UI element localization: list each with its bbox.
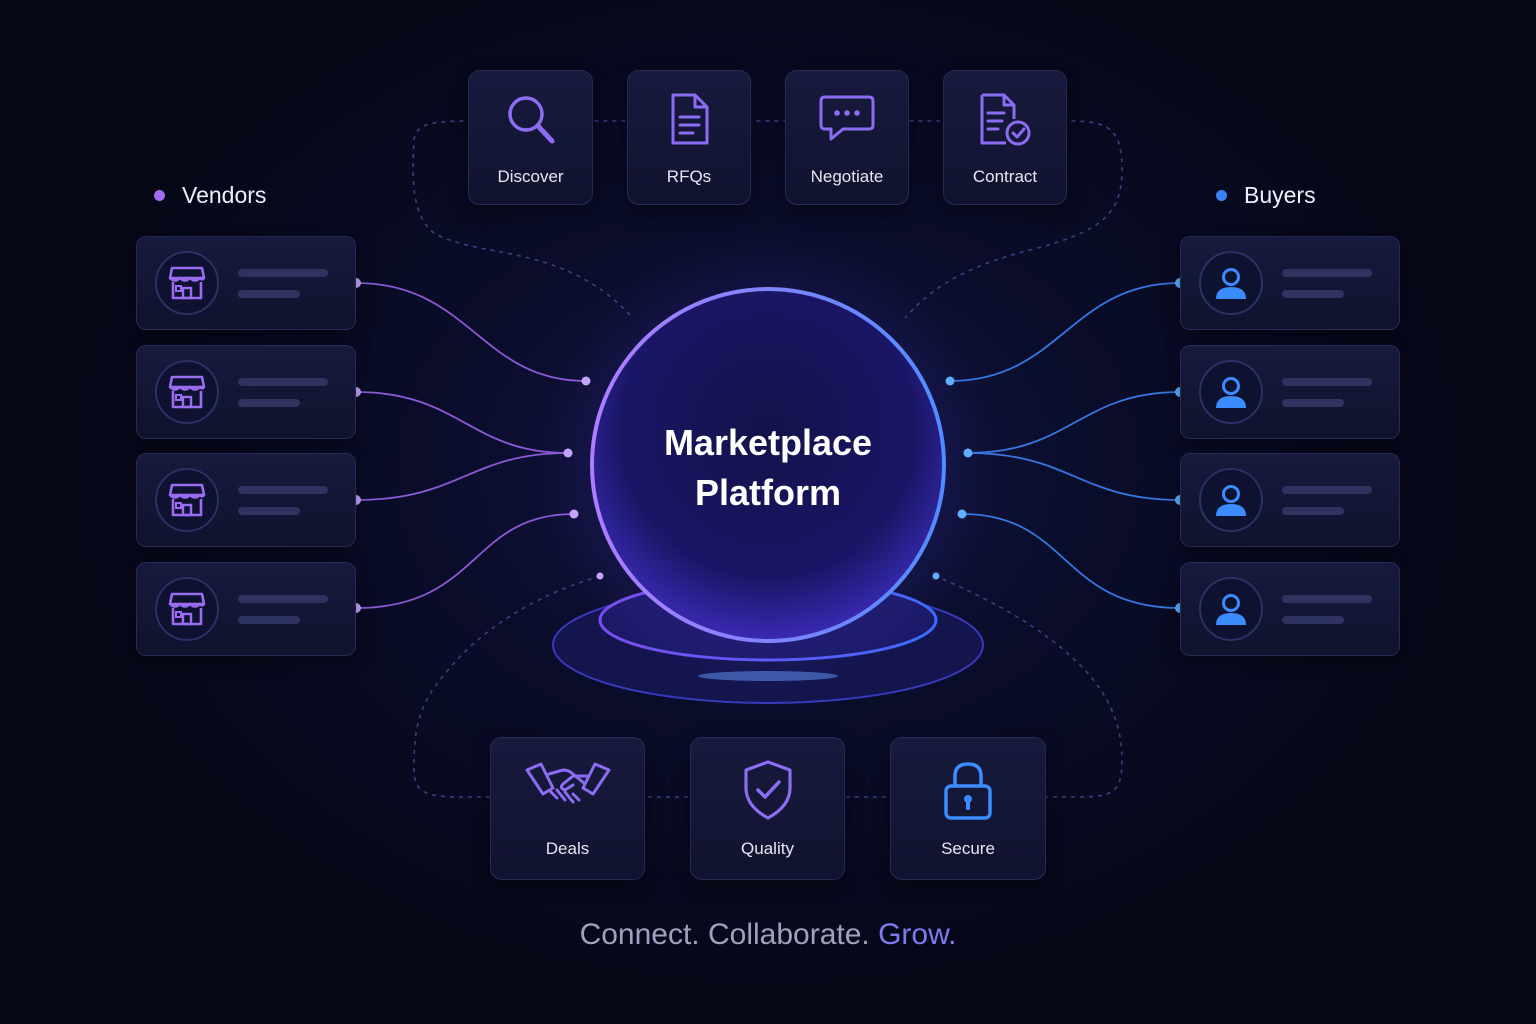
buyer-name-placeholder (1282, 378, 1372, 386)
buyer-detail-placeholder (1282, 507, 1344, 515)
document-icon (671, 93, 709, 145)
buyer-avatar (1199, 468, 1263, 532)
user-icon (1216, 594, 1246, 625)
padlock-icon (944, 762, 992, 820)
step-label: RFQs (666, 167, 712, 186)
buyer-card[interactable] (1180, 345, 1400, 439)
buyer-name-placeholder (1282, 595, 1372, 603)
step-quality[interactable]: Quality (690, 737, 845, 880)
step-discover[interactable]: Discover (468, 70, 593, 205)
buyer-card[interactable] (1180, 562, 1400, 656)
vendors-title: Vendors (182, 182, 267, 208)
contract-check-icon (980, 93, 1031, 146)
vendor-name-placeholder (238, 269, 328, 277)
step-secure[interactable]: Secure (890, 737, 1046, 880)
step-label: Contract (972, 167, 1038, 186)
buyers-header: Buyers (1216, 182, 1316, 209)
vendor-detail-placeholder (238, 616, 300, 624)
storefront-icon (168, 592, 206, 626)
vendor-avatar (155, 577, 219, 641)
hub-title-line2: Platform (694, 472, 842, 513)
buyer-avatar (1199, 251, 1263, 315)
shield-check-icon (743, 760, 792, 820)
step-label: Discover (497, 167, 564, 186)
user-icon (1216, 377, 1246, 408)
user-icon (1216, 485, 1246, 516)
storefront-icon (168, 266, 206, 300)
storefront-icon (168, 483, 206, 517)
hub-title: Marketplace Platform (589, 418, 947, 518)
buyers-dot (1216, 190, 1227, 201)
buyer-card[interactable] (1180, 236, 1400, 330)
vendor-detail-placeholder (238, 399, 300, 407)
storefront-icon (168, 375, 206, 409)
vendor-name-placeholder (238, 378, 328, 386)
vendor-name-placeholder (238, 595, 328, 603)
step-rfqs[interactable]: RFQs (627, 70, 751, 205)
vendor-avatar (155, 468, 219, 532)
handshake-icon (525, 762, 610, 804)
vendor-detail-placeholder (238, 290, 300, 298)
vendor-card[interactable] (136, 562, 356, 656)
buyers-title: Buyers (1244, 182, 1316, 208)
buyer-name-placeholder (1282, 269, 1372, 277)
step-label: Quality (741, 839, 794, 858)
hub-title-line1: Marketplace (663, 422, 873, 463)
tagline: Connect. Collaborate. Grow. (0, 918, 1536, 952)
step-label: Negotiate (810, 167, 884, 186)
buyer-avatar (1199, 577, 1263, 641)
tagline-part1: Connect. Collaborate. (579, 918, 870, 951)
tagline-accent: Grow. (878, 918, 957, 951)
vendor-name-placeholder (238, 486, 328, 494)
buyer-detail-placeholder (1282, 616, 1344, 624)
step-label: Secure (941, 839, 995, 858)
chat-bubble-icon (819, 95, 875, 141)
user-icon (1216, 268, 1246, 299)
buyer-detail-placeholder (1282, 399, 1344, 407)
step-contract[interactable]: Contract (943, 70, 1067, 205)
buyer-name-placeholder (1282, 486, 1372, 494)
magnifier-icon (507, 96, 554, 144)
vendor-card[interactable] (136, 236, 356, 330)
buyer-avatar (1199, 360, 1263, 424)
step-label: Deals (545, 839, 590, 858)
step-negotiate[interactable]: Negotiate (785, 70, 909, 205)
vendor-card[interactable] (136, 453, 356, 547)
buyer-detail-placeholder (1282, 290, 1344, 298)
vendors-header: Vendors (154, 182, 266, 209)
marketplace-diagram: Marketplace Platform Discover RFQs Negot… (0, 0, 1536, 1024)
vendor-detail-placeholder (238, 507, 300, 515)
vendors-dot (154, 190, 165, 201)
vendor-avatar (155, 360, 219, 424)
vendor-card[interactable] (136, 345, 356, 439)
step-deals[interactable]: Deals (490, 737, 645, 880)
vendor-avatar (155, 251, 219, 315)
buyer-card[interactable] (1180, 453, 1400, 547)
